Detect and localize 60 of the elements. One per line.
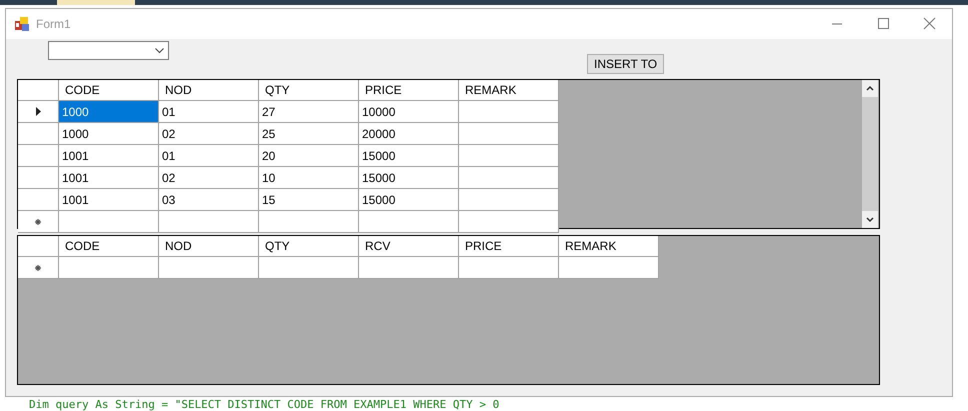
scroll-thumb[interactable] — [862, 97, 878, 211]
column-header[interactable]: NOD — [159, 80, 259, 101]
column-header[interactable]: REMARK — [559, 236, 659, 257]
row-header[interactable] — [18, 101, 59, 123]
table-cell[interactable] — [459, 189, 559, 211]
table-cell[interactable] — [459, 101, 559, 123]
table-cell[interactable] — [159, 257, 259, 279]
table-cell[interactable]: 27 — [259, 101, 359, 123]
table-cell[interactable]: 1001 — [59, 167, 159, 189]
table-cell[interactable]: 01 — [159, 101, 259, 123]
table-cell[interactable] — [459, 257, 559, 279]
new-row-icon — [35, 218, 41, 224]
table-cell[interactable]: 15000 — [359, 145, 459, 167]
column-header[interactable]: CODE — [59, 236, 159, 257]
insert-button[interactable]: INSERT TO — [587, 54, 664, 74]
table-cell[interactable]: 02 — [159, 123, 259, 145]
table-cell[interactable] — [459, 211, 559, 233]
table-cell[interactable]: 1000 — [59, 101, 159, 123]
column-header[interactable]: PRICE — [459, 236, 559, 257]
table-cell[interactable] — [459, 123, 559, 145]
column-header[interactable]: CODE — [59, 80, 159, 101]
current-row-icon — [36, 107, 40, 116]
table-cell[interactable] — [359, 257, 459, 279]
column-header[interactable]: NOD — [159, 236, 259, 257]
table-cell[interactable] — [459, 167, 559, 189]
table-cell[interactable] — [459, 145, 559, 167]
column-header[interactable]: REMARK — [459, 80, 559, 101]
table-cell[interactable]: 15000 — [359, 167, 459, 189]
table-cell[interactable] — [59, 257, 159, 279]
code-line: Dim query As String = "SELECT DISTINCT CODE FROM EXAMPLE1 WHERE QTY > 0 — [29, 398, 500, 411]
form-icon — [14, 16, 30, 32]
table-cell[interactable] — [59, 211, 159, 233]
table-cell[interactable]: 10000 — [359, 101, 459, 123]
combo-box[interactable] — [48, 41, 169, 60]
table-cell[interactable]: 15000 — [359, 189, 459, 211]
table-cell[interactable] — [259, 211, 359, 233]
table-cell[interactable]: 02 — [159, 167, 259, 189]
header-corner[interactable] — [18, 236, 59, 257]
column-header[interactable]: QTY — [259, 80, 359, 101]
window-title: Form1 — [36, 17, 71, 31]
table-cell[interactable]: 03 — [159, 189, 259, 211]
table-cell[interactable]: 01 — [159, 145, 259, 167]
table-cell[interactable]: 1000 — [59, 123, 159, 145]
column-header[interactable]: QTY — [259, 236, 359, 257]
table-cell[interactable] — [559, 257, 659, 279]
new-row-icon — [35, 264, 41, 270]
table-cell[interactable]: 15 — [259, 189, 359, 211]
table-cell[interactable] — [359, 211, 459, 233]
table-cell[interactable]: 1001 — [59, 145, 159, 167]
column-header[interactable]: PRICE — [359, 80, 459, 101]
table-cell[interactable]: 20000 — [359, 123, 459, 145]
chevron-down-icon — [155, 48, 164, 54]
table-cell[interactable] — [259, 257, 359, 279]
vertical-scrollbar[interactable] — [862, 80, 878, 228]
table-cell[interactable]: 1001 — [59, 189, 159, 211]
table-cell[interactable]: 20 — [259, 145, 359, 167]
column-header[interactable]: RCV — [359, 236, 459, 257]
table-cell[interactable]: 10 — [259, 167, 359, 189]
table-cell[interactable] — [159, 211, 259, 233]
table-cell[interactable]: 25 — [259, 123, 359, 145]
